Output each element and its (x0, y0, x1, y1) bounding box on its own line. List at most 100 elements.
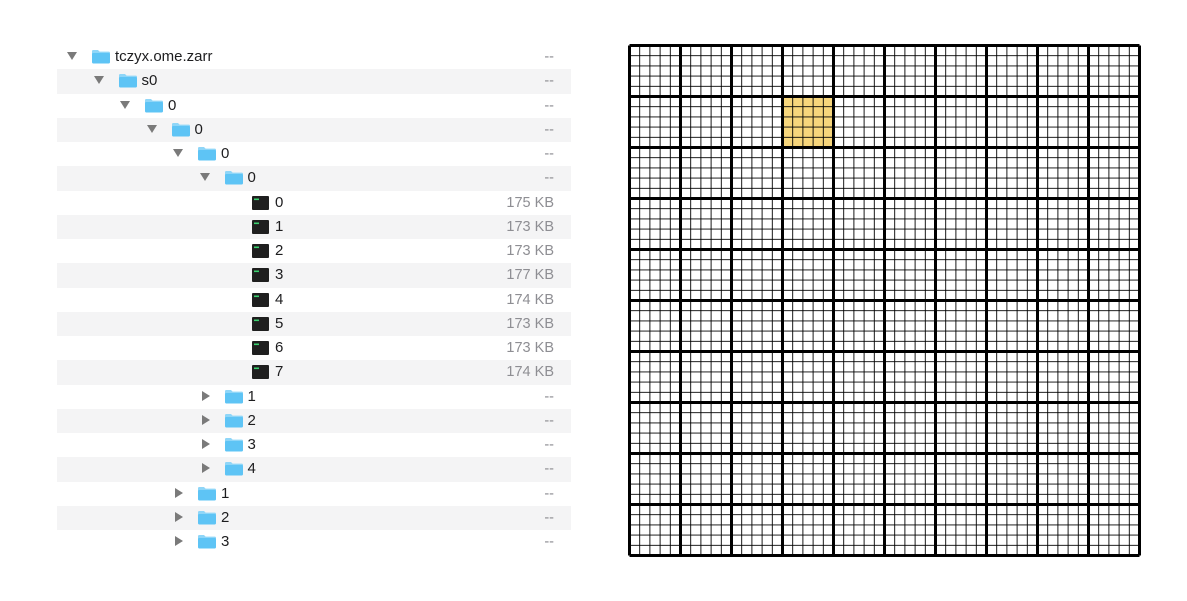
size-value: 177 KB (506, 267, 554, 284)
size-value: 174 KB (506, 291, 554, 308)
folder-name: 0 (247, 169, 256, 187)
disclosure-expanded-icon[interactable] (173, 149, 183, 157)
folder-row[interactable]: 4 -- (57, 457, 571, 482)
file-name: 0 (275, 193, 284, 211)
folder-name: s0 (141, 72, 158, 90)
chunk-file-icon (252, 292, 269, 307)
size-value: -- (544, 97, 554, 114)
folder-name: 0 (194, 120, 203, 138)
file-name: 4 (275, 290, 284, 308)
chunk-file-icon (252, 341, 269, 355)
chunk-file-row[interactable]: 1 173 KB (57, 214, 571, 239)
folder-row[interactable]: 0 -- (57, 142, 571, 166)
size-value: 174 KB (506, 364, 554, 381)
folder-name: 3 (247, 436, 256, 453)
size-value: 173 KB (506, 243, 554, 259)
folder-row[interactable]: 0 -- (57, 166, 571, 191)
chunk-file-icon (252, 219, 269, 234)
chunk-file-row[interactable]: 5 173 KB (57, 311, 571, 336)
chunk-file-row[interactable]: 6 173 KB (57, 336, 571, 360)
disclosure-collapsed-icon[interactable] (175, 536, 183, 546)
disclosure-collapsed-icon[interactable] (201, 463, 210, 474)
chunk-file-row[interactable]: 4 174 KB (57, 288, 571, 312)
chunk-file-row[interactable]: 7 174 KB (57, 360, 571, 385)
size-value: -- (544, 73, 554, 90)
folder-icon (224, 171, 243, 185)
folder-icon (198, 510, 216, 525)
disclosure-expanded-icon[interactable] (199, 173, 210, 182)
file-name: 2 (275, 242, 284, 259)
folder-row[interactable]: 1 -- (57, 482, 571, 506)
folder-row[interactable]: 2 -- (57, 505, 571, 530)
folder-icon (198, 535, 216, 549)
size-value: -- (544, 412, 554, 429)
disclosure-collapsed-icon[interactable] (201, 390, 210, 401)
folder-icon (224, 413, 243, 428)
chunk-grid (628, 44, 1141, 557)
size-value: -- (544, 121, 554, 138)
chunk-grid-lines (628, 44, 1141, 557)
folder-icon (224, 462, 243, 476)
folder-name: 0 (168, 96, 177, 114)
folder-row[interactable]: 1 -- (57, 385, 571, 409)
file-tree: tczyx.ome.zarr -- s0 -- 0 -- 0 -- 0 -- 0 -- 0 175 KB 1… (57, 45, 571, 554)
file-name: 5 (275, 314, 284, 332)
file-name: 6 (275, 339, 284, 356)
file-name: 7 (275, 363, 284, 381)
size-value: -- (544, 437, 554, 453)
folder-icon (198, 147, 216, 161)
size-value: -- (544, 534, 554, 550)
chunk-file-icon (252, 365, 269, 380)
folder-icon (145, 98, 163, 112)
size-value: -- (544, 485, 554, 502)
size-value: -- (544, 461, 554, 478)
chunk-file-row[interactable]: 0 175 KB (57, 191, 571, 215)
folder-icon (224, 389, 243, 403)
size-value: -- (544, 388, 554, 405)
size-value: 173 KB (506, 218, 554, 235)
folder-row[interactable]: tczyx.ome.zarr -- (57, 45, 571, 69)
disclosure-collapsed-icon[interactable] (201, 414, 210, 425)
size-value: -- (544, 49, 554, 65)
size-value: 173 KB (506, 315, 554, 332)
folder-icon (118, 74, 137, 88)
chunk-file-row[interactable]: 2 173 KB (57, 239, 571, 263)
disclosure-collapsed-icon[interactable] (201, 439, 210, 449)
chunk-file-icon (252, 316, 269, 331)
folder-row[interactable]: 3 -- (57, 530, 571, 554)
size-value: 173 KB (506, 340, 554, 356)
chunk-file-icon (252, 195, 269, 210)
disclosure-collapsed-icon[interactable] (175, 487, 183, 498)
folder-name: 1 (247, 387, 256, 405)
file-name: 3 (275, 266, 284, 284)
folder-name: 2 (247, 411, 256, 429)
chunk-file-row[interactable]: 3 177 KB (57, 263, 571, 288)
folder-icon (171, 122, 190, 137)
chunk-file-icon (252, 268, 269, 283)
folder-row[interactable]: 3 -- (57, 433, 571, 457)
folder-icon (92, 50, 110, 64)
folder-row[interactable]: s0 -- (57, 69, 571, 94)
highlighted-chunk (782, 96, 834, 148)
folder-icon (198, 486, 216, 500)
disclosure-expanded-icon[interactable] (67, 52, 77, 60)
folder-name: 0 (221, 145, 230, 162)
folder-name: 3 (221, 533, 230, 550)
folder-row[interactable]: 0 -- (57, 117, 571, 142)
size-value: -- (544, 146, 554, 162)
size-value: -- (544, 170, 554, 187)
disclosure-expanded-icon[interactable] (93, 76, 104, 85)
folder-row[interactable]: 0 -- (57, 94, 571, 118)
chunk-file-icon (252, 244, 269, 258)
disclosure-expanded-icon[interactable] (120, 100, 130, 109)
folder-name: 4 (247, 460, 256, 478)
folder-row[interactable]: 2 -- (57, 408, 571, 433)
folder-name: 2 (221, 508, 230, 526)
disclosure-collapsed-icon[interactable] (175, 511, 183, 522)
file-name: 1 (275, 217, 284, 235)
size-value: 175 KB (506, 194, 554, 211)
folder-icon (224, 438, 243, 452)
folder-name: tczyx.ome.zarr (115, 48, 213, 65)
size-value: -- (544, 509, 554, 526)
disclosure-expanded-icon[interactable] (146, 124, 157, 133)
